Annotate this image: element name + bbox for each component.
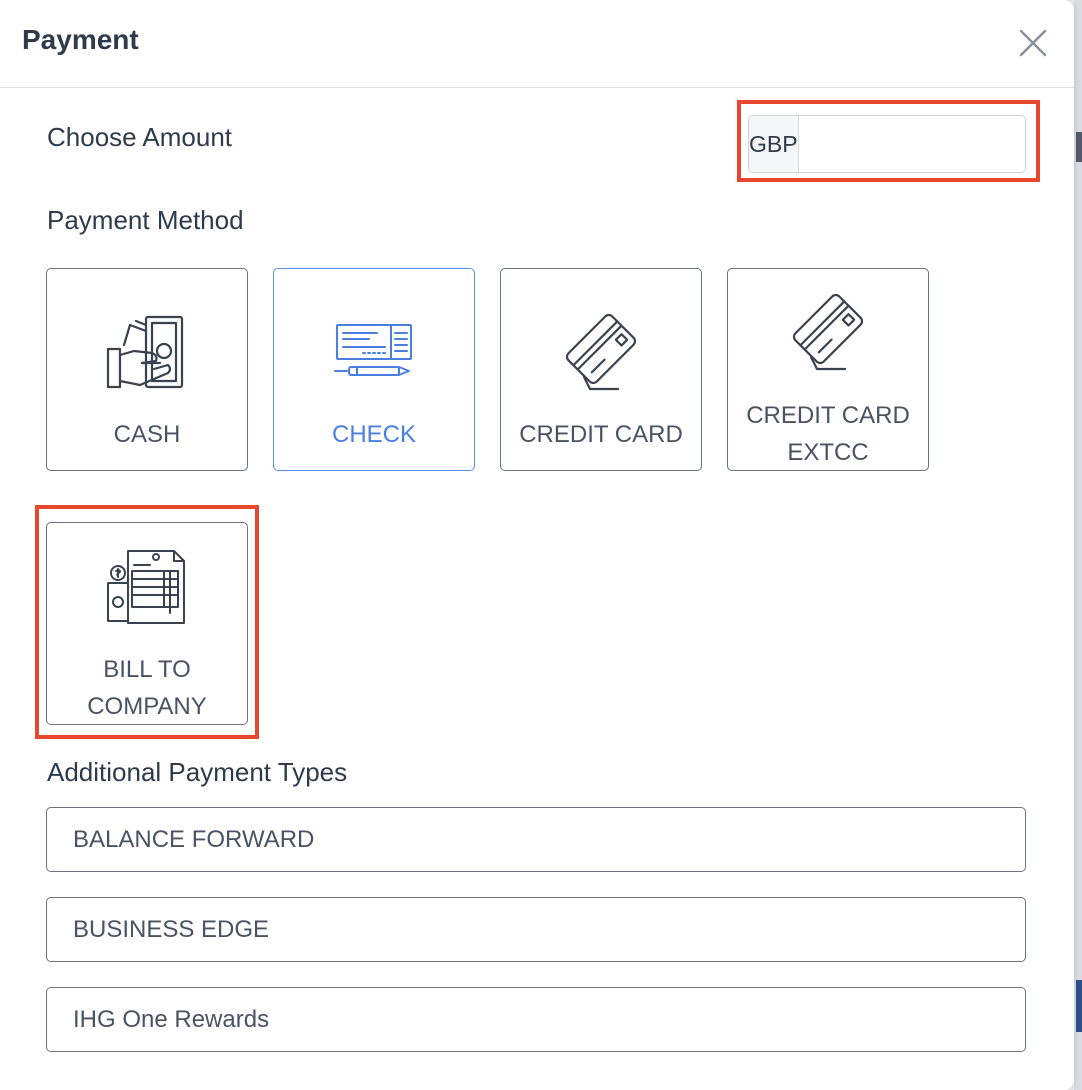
payment-method-label-line2: EXTCC — [787, 439, 869, 466]
payment-method-label: Payment Method — [47, 205, 244, 235]
payment-type-label: BUSINESS EDGE — [73, 915, 270, 943]
amount-input[interactable] — [798, 116, 1025, 172]
payment-type-label: BALANCE FORWARD — [73, 825, 315, 853]
backdrop-edge — [1074, 0, 1082, 1090]
backdrop-fragment — [1076, 980, 1082, 1032]
payment-method-credit-card[interactable]: CREDIT CARD — [500, 268, 702, 471]
choose-amount-label: Choose Amount — [47, 122, 233, 152]
credit-card-icon — [565, 313, 637, 391]
payment-modal: Payment Choose Amount GBP Payment Method… — [0, 0, 1074, 1090]
backdrop-fragment — [1076, 132, 1082, 162]
close-button[interactable] — [1016, 26, 1050, 60]
credit-card-extcc-icon — [792, 293, 864, 371]
currency-label: GBP — [749, 116, 799, 172]
payment-method-label-line2: COMPANY — [87, 693, 207, 720]
close-icon — [1019, 29, 1047, 57]
check-icon — [334, 324, 412, 376]
additional-payment-types-label: Additional Payment Types — [47, 757, 348, 787]
payment-type-label: IHG One Rewards — [73, 1005, 270, 1033]
bill-to-company-icon — [107, 550, 185, 624]
payment-method-bill-to-company[interactable]: BILL TO COMPANY — [46, 522, 248, 725]
payment-method-credit-card-extcc[interactable]: CREDIT CARD EXTCC — [727, 268, 929, 471]
payment-type-business-edge[interactable]: BUSINESS EDGE — [46, 897, 1026, 962]
modal-header: Payment — [0, 0, 1074, 88]
payment-method-label-line1: CREDIT CARD — [746, 402, 910, 429]
payment-method-cash[interactable]: CASH — [46, 268, 248, 471]
payment-method-label: CASH — [113, 421, 181, 448]
amount-field: GBP — [748, 115, 1026, 173]
cash-icon — [106, 315, 184, 389]
payment-method-label: CHECK — [331, 421, 416, 448]
payment-type-ihg-one-rewards[interactable]: IHG One Rewards — [46, 987, 1026, 1052]
modal-title: Payment — [22, 24, 139, 55]
payment-method-check[interactable]: CHECK — [273, 268, 475, 471]
payment-method-label: CREDIT CARD — [519, 421, 683, 448]
payment-type-balance-forward[interactable]: BALANCE FORWARD — [46, 807, 1026, 872]
payment-method-label-line1: BILL TO — [103, 656, 191, 683]
